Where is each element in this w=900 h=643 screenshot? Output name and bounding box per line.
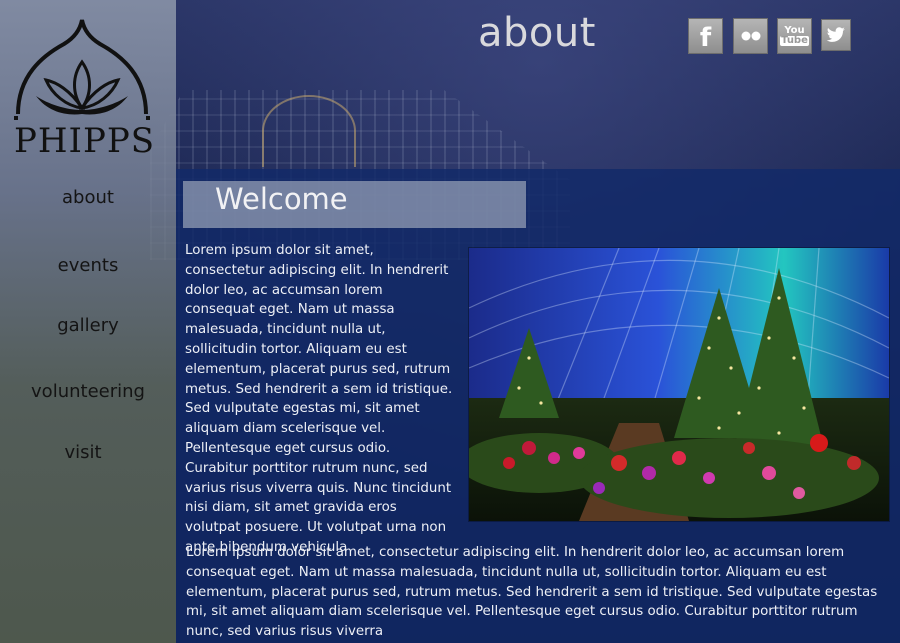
- nav-item-gallery[interactable]: gallery: [0, 315, 176, 336]
- flickr-icon[interactable]: [733, 18, 768, 54]
- page-title: about: [478, 10, 596, 56]
- nav-item-volunteering[interactable]: volunteering: [0, 381, 176, 402]
- youtube-text-bottom: Tube: [780, 35, 809, 46]
- logo-wordmark[interactable]: PHIPPS: [14, 124, 154, 158]
- youtube-icon[interactable]: You Tube: [777, 18, 812, 54]
- nav-item-visit[interactable]: visit: [0, 442, 171, 463]
- facebook-icon[interactable]: f: [688, 18, 723, 54]
- conservatory-dome: [262, 95, 356, 167]
- twitter-bird-icon: [826, 27, 845, 42]
- nav-item-about[interactable]: about: [0, 187, 176, 208]
- intro-paragraph: Lorem ipsum dolor sit amet, consectetur …: [185, 243, 453, 555]
- conservatory-photo: [468, 247, 890, 522]
- flickr-dots-icon: [741, 31, 760, 41]
- body-paragraph: Lorem ipsum dolor sit amet, consectetur …: [186, 545, 878, 640]
- nav-item-events[interactable]: events: [0, 255, 176, 276]
- facebook-glyph: f: [699, 23, 712, 53]
- welcome-heading: Welcome: [215, 182, 348, 216]
- sidebar: PHIPPS about events gallery volunteering…: [0, 0, 176, 643]
- twitter-icon[interactable]: [821, 19, 851, 51]
